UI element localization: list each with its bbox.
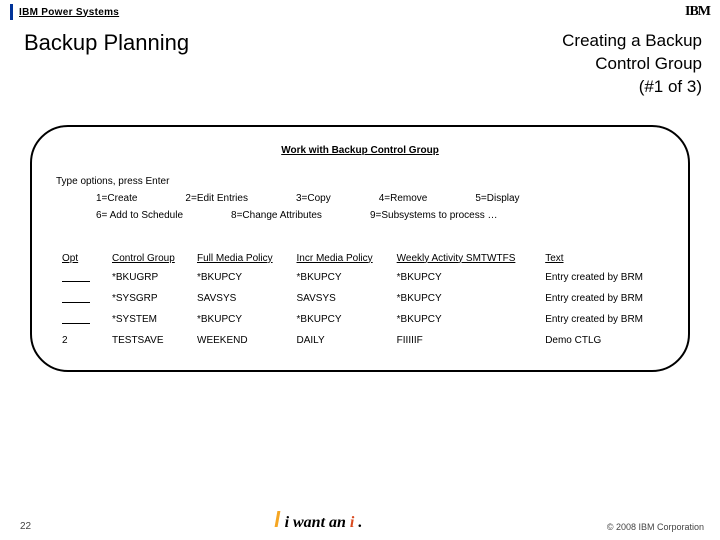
cell-txt: Entry created by BRM (539, 268, 664, 289)
table-header-row: Opt Control Group Full Media Policy Incr… (56, 249, 664, 268)
col-opt: Opt (56, 249, 106, 268)
page-number: 22 (20, 521, 31, 532)
cell-cg: TESTSAVE (106, 331, 191, 350)
accent-bar-icon (274, 511, 280, 527)
cell-opt (56, 310, 106, 331)
page-title: Backup Planning (24, 30, 189, 99)
table-row: *BKUGRP*BKUPCY*BKUPCY*BKUPCYEntry create… (56, 268, 664, 289)
cell-txt: Entry created by BRM (539, 289, 664, 310)
option-item: 2=Edit Entries (185, 193, 248, 204)
cell-imp: SAVSYS (291, 289, 391, 310)
cell-imp: DAILY (291, 331, 391, 350)
data-table: Opt Control Group Full Media Policy Incr… (56, 249, 664, 350)
topbar: IBM Power Systems IBM (0, 0, 720, 22)
cell-wk: *BKUPCY (391, 310, 540, 331)
cell-fmp: *BKUPCY (191, 310, 291, 331)
tagline-text: i want an (285, 514, 346, 532)
cell-wk: FIIIIIF (391, 331, 540, 350)
ibm-logo: IBM (685, 4, 710, 20)
product-name: IBM Power Systems (19, 7, 119, 18)
cell-wk: *BKUPCY (391, 289, 540, 310)
tagline: i want an i. (276, 511, 363, 532)
cell-fmp: WEEKEND (191, 331, 291, 350)
col-txt: Text (539, 249, 664, 268)
accent-bar-icon (10, 4, 13, 20)
option-item: 1=Create (96, 193, 137, 204)
cell-fmp: SAVSYS (191, 289, 291, 310)
footer: 22 i want an i. © 2008 IBM Corporation (0, 511, 720, 532)
col-wk: Weekly Activity SMTWTFS (391, 249, 540, 268)
panel-title: Work with Backup Control Group (56, 145, 664, 156)
subtitle-line: Creating a Backup (562, 30, 702, 53)
subtitle-line: (#1 of 3) (562, 76, 702, 99)
content-panel: Work with Backup Control Group Type opti… (30, 125, 690, 372)
cell-opt: 2 (56, 331, 106, 350)
copyright: © 2008 IBM Corporation (607, 522, 704, 532)
option-item: 9=Subsystems to process … (370, 210, 498, 221)
blank-input-line (62, 293, 90, 303)
cell-txt: Entry created by BRM (539, 310, 664, 331)
cell-imp: *BKUPCY (291, 310, 391, 331)
cell-opt (56, 268, 106, 289)
cell-imp: *BKUPCY (291, 268, 391, 289)
option-item: 4=Remove (379, 193, 428, 204)
cell-cg: *SYSTEM (106, 310, 191, 331)
tagline-dot: . (358, 514, 362, 532)
option-item: 8=Change Attributes (231, 210, 322, 221)
option-item: 6= Add to Schedule (96, 210, 183, 221)
tagline-accent: i (350, 514, 354, 532)
blank-input-line (62, 314, 90, 324)
col-imp: Incr Media Policy (291, 249, 391, 268)
col-fmp: Full Media Policy (191, 249, 291, 268)
topbar-left: IBM Power Systems (10, 4, 119, 20)
cell-cg: *SYSGRP (106, 289, 191, 310)
cell-txt: Demo CTLG (539, 331, 664, 350)
header-row: Backup Planning Creating a Backup Contro… (0, 22, 720, 109)
subtitle-line: Control Group (562, 53, 702, 76)
cell-fmp: *BKUPCY (191, 268, 291, 289)
cell-opt (56, 289, 106, 310)
table-row: *SYSGRPSAVSYSSAVSYS*BKUPCYEntry created … (56, 289, 664, 310)
prompt-text: Type options, press Enter (56, 176, 664, 187)
blank-input-line (62, 272, 90, 282)
table-row: *SYSTEM*BKUPCY*BKUPCY*BKUPCYEntry create… (56, 310, 664, 331)
options-row-1: 1=Create 2=Edit Entries 3=Copy 4=Remove … (56, 193, 664, 204)
cell-wk: *BKUPCY (391, 268, 540, 289)
option-item: 3=Copy (296, 193, 331, 204)
cell-cg: *BKUGRP (106, 268, 191, 289)
table-row: 2TESTSAVEWEEKENDDAILYFIIIIIFDemo CTLG (56, 331, 664, 350)
options-row-2: 6= Add to Schedule 8=Change Attributes 9… (56, 210, 664, 221)
page-subtitle: Creating a Backup Control Group (#1 of 3… (562, 30, 702, 99)
col-cg: Control Group (106, 249, 191, 268)
option-item: 5=Display (475, 193, 519, 204)
